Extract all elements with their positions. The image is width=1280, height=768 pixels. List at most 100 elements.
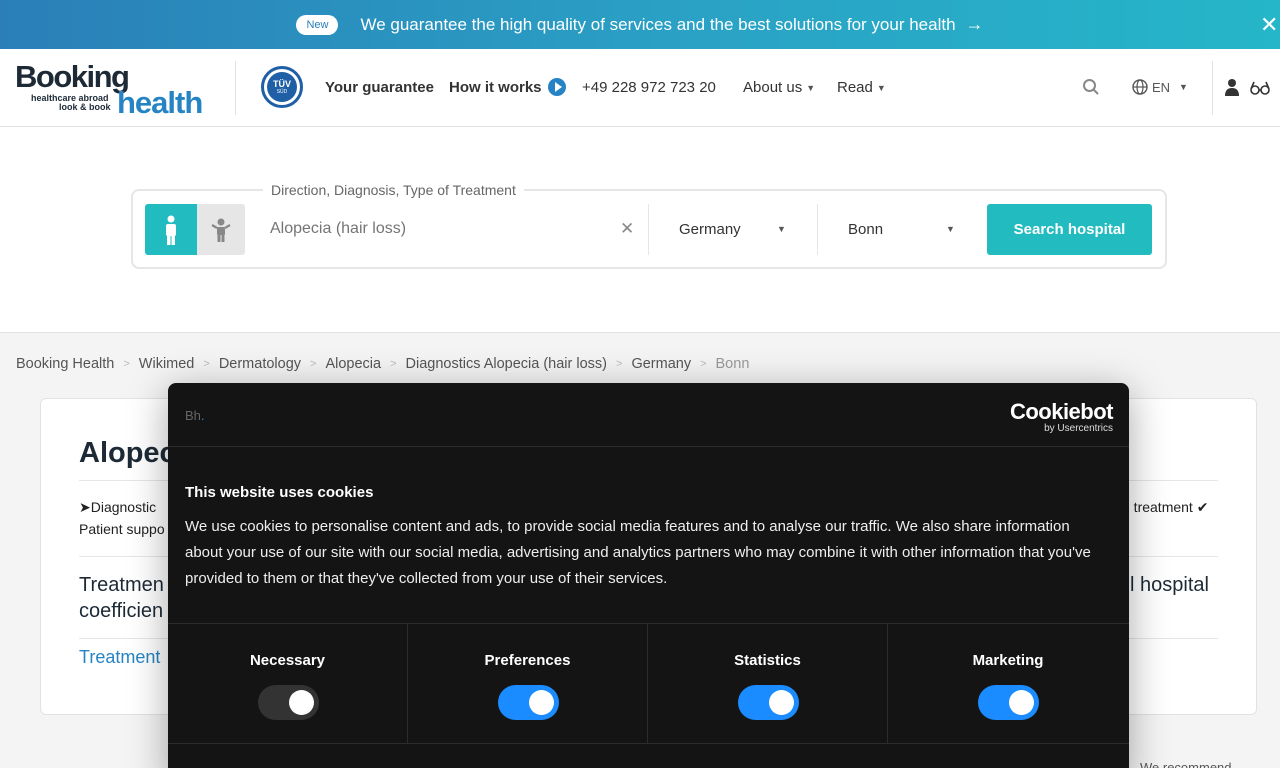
breadcrumb: Booking Health > Wikimed > Dermatology >… (16, 356, 749, 372)
chevron-right-icon: > (203, 358, 210, 370)
marketing-toggle[interactable] (978, 685, 1039, 720)
field-separator (648, 204, 649, 255)
nav-label: Read (837, 79, 873, 96)
breadcrumb-item[interactable]: Germany (631, 356, 691, 372)
nav-your-guarantee[interactable]: Your guarantee (325, 79, 434, 96)
logo-booking: Booking (15, 59, 130, 94)
feature-text: ➤Diagnostic (79, 499, 157, 515)
child-icon (211, 218, 231, 242)
logo-health: health (117, 85, 203, 120)
page-title: Alopec (79, 437, 176, 469)
nav-label: Your guarantee (325, 79, 434, 96)
toggle-knob (1009, 690, 1034, 715)
site-header: Booking healthcare abroad look & book he… (0, 49, 1280, 127)
clear-icon[interactable]: ✕ (620, 219, 634, 239)
brand-mark-letters: Bh (185, 408, 201, 423)
nav-read[interactable]: Read ▼ (837, 79, 886, 96)
field-separator (817, 204, 818, 255)
breadcrumb-item[interactable]: Dermatology (219, 356, 301, 372)
country-select[interactable]: Germany (679, 221, 741, 238)
tuv-seal-inner: TÜV SÜD (267, 72, 297, 102)
patient-type-toggle[interactable] (145, 204, 245, 255)
logo-tagline-2: look & book (59, 102, 111, 112)
nav-about-us[interactable]: About us ▼ (743, 79, 815, 96)
search-section: Direction, Diagnosis, Type of Treatment … (0, 127, 1280, 333)
breadcrumb-item[interactable]: Alopecia (325, 356, 381, 372)
brand-mark-dot: . (200, 408, 205, 423)
cookie-category-necessary: Necessary (168, 624, 408, 744)
glasses-icon[interactable] (1250, 81, 1270, 95)
new-badge: New (296, 14, 339, 35)
divider (168, 446, 1129, 447)
nav-label: About us (743, 79, 803, 96)
treatment-link[interactable]: Treatment (79, 647, 160, 668)
recommend-text: We recommend (1140, 760, 1232, 768)
adult-icon (166, 215, 176, 245)
child-toggle[interactable] (197, 204, 245, 255)
promo-banner: New We guarantee the high quality of ser… (0, 0, 1280, 49)
cookie-body: We use cookies to personalise content an… (185, 518, 1091, 587)
caret-down-icon: ▼ (946, 224, 955, 234)
treatment-text-right: l hospital (1130, 574, 1209, 596)
city-select[interactable]: Bonn (848, 221, 883, 238)
toggle-knob (529, 690, 554, 715)
chevron-right-icon: > (390, 358, 397, 370)
play-icon (547, 78, 566, 96)
diagnosis-input[interactable] (270, 220, 610, 238)
treatment-text: coefficien (79, 600, 164, 622)
cookie-title: This website uses cookies (185, 484, 374, 501)
breadcrumb-current: Bonn (715, 356, 750, 372)
cookiebot-logo[interactable]: Cookiebot by Usercentrics (1009, 399, 1114, 434)
divider (168, 743, 1129, 744)
chevron-right-icon: > (123, 358, 130, 370)
tuv-sub: SÜD (276, 89, 288, 95)
breadcrumb-item[interactable]: Wikimed (139, 356, 195, 372)
chevron-right-icon: > (310, 358, 317, 370)
user-icon[interactable] (1225, 78, 1239, 96)
toggle-knob (769, 690, 794, 715)
caret-down-icon: ▼ (806, 82, 816, 93)
breadcrumb-item[interactable]: Diagnostics Alopecia (hair loss) (406, 356, 607, 372)
cookie-dialog: Bh. Cookiebot by Usercentrics This websi… (168, 383, 1129, 768)
necessary-toggle[interactable] (258, 685, 319, 720)
adult-toggle[interactable] (145, 204, 197, 255)
language-selector[interactable]: EN (1152, 80, 1170, 95)
cookie-category-marketing: Marketing (888, 624, 1128, 744)
search-hospital-button[interactable]: Search hospital (987, 204, 1152, 255)
globe-icon[interactable] (1132, 79, 1148, 95)
preferences-toggle[interactable] (498, 685, 559, 720)
search-legend: Direction, Diagnosis, Type of Treatment (263, 182, 524, 198)
statistics-toggle[interactable] (738, 685, 799, 720)
brand-mark: Bh. (185, 408, 205, 423)
search-icon[interactable] (1082, 78, 1100, 96)
breadcrumb-item[interactable]: Booking Health (16, 356, 114, 372)
nav-phone[interactable]: +49 228 972 723 20 (582, 79, 716, 96)
caret-down-icon: ▼ (777, 224, 786, 234)
header-divider (235, 61, 236, 115)
nav-how-it-works[interactable]: How it works (449, 78, 566, 96)
header-divider (1212, 61, 1213, 115)
category-label: Marketing (972, 652, 1044, 669)
phone-number: +49 228 972 723 20 (582, 79, 716, 96)
close-icon[interactable]: ✕ (1260, 12, 1278, 38)
chevron-right-icon: > (700, 358, 707, 370)
toggle-knob (289, 690, 314, 715)
nav-label: How it works (449, 78, 542, 96)
tuv-title: TÜV (273, 79, 291, 89)
banner-text[interactable]: We guarantee the high quality of service… (360, 15, 955, 35)
cookie-category-statistics: Statistics (648, 624, 888, 744)
category-label: Preferences (484, 652, 571, 669)
treatment-text: Treatmen (79, 574, 164, 596)
logo[interactable]: Booking healthcare abroad look & book he… (15, 59, 215, 120)
feature-text-right: n treatment ✔ (1122, 499, 1209, 515)
tuv-seal-icon[interactable]: TÜV SÜD (261, 66, 303, 108)
feature-text: Patient suppo (79, 521, 165, 537)
category-label: Necessary (249, 652, 326, 669)
cookie-category-preferences: Preferences (408, 624, 648, 744)
category-label: Statistics (734, 652, 801, 669)
caret-down-icon: ▼ (876, 82, 886, 93)
chevron-right-icon: > (616, 358, 623, 370)
arrow-right-icon[interactable]: → (966, 14, 984, 35)
cookiebot-logo-main: Cookiebot (1009, 399, 1114, 424)
caret-down-icon: ▼ (1179, 82, 1188, 92)
